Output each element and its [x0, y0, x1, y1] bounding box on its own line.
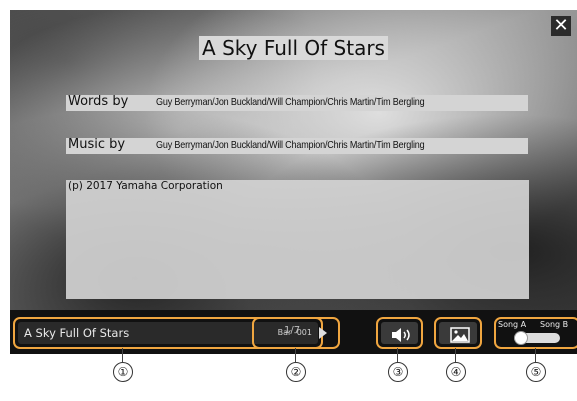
- words-value: Guy Berryman/Jon Buckland/Will Champion/…: [156, 96, 425, 108]
- music-label: Music by: [68, 137, 126, 152]
- callout-number: ②: [286, 362, 306, 382]
- page-number: 1/7: [284, 325, 301, 336]
- score-display-screen: ✕ A Sky Full Of Stars Words by Guy Berry…: [10, 10, 577, 354]
- callout-number: ④: [446, 362, 466, 382]
- song-a-label: Song A: [498, 320, 527, 329]
- image-button-face: [439, 322, 477, 344]
- close-button[interactable]: ✕: [551, 16, 571, 36]
- callout-number: ③: [388, 362, 408, 382]
- callout-number: ①: [113, 362, 133, 382]
- music-value: Guy Berryman/Jon Buckland/Will Champion/…: [156, 139, 425, 151]
- music-row: Music by Guy Berryman/Jon Buckland/Will …: [66, 137, 528, 154]
- image-icon: [450, 327, 470, 343]
- callout-3: ③: [386, 348, 410, 388]
- words-label: Words by: [68, 94, 129, 109]
- close-icon: ✕: [553, 15, 569, 36]
- page-control[interactable]: 1/7: [252, 317, 340, 349]
- song-b-label: Song B: [540, 320, 569, 329]
- copyright-text: (p) 2017 Yamaha Corporation: [68, 180, 223, 192]
- callout-4: ④: [444, 348, 468, 388]
- callout-number: ⑤: [526, 362, 546, 382]
- callout-5: ⑤: [524, 348, 548, 388]
- callout-1: ①: [111, 348, 135, 388]
- callout-line: [455, 348, 456, 362]
- song-name: A Sky Full Of Stars: [24, 326, 130, 340]
- callout-line: [397, 348, 398, 362]
- callout-line: [122, 348, 123, 362]
- next-page-icon[interactable]: [319, 327, 327, 339]
- song-ab-switch[interactable]: Song A Song B: [494, 317, 577, 349]
- callout-2: ②: [284, 348, 308, 388]
- song-title: A Sky Full Of Stars: [199, 36, 388, 60]
- background-image-button[interactable]: [434, 317, 482, 349]
- speaker-icon: [392, 328, 410, 342]
- song-title-area: A Sky Full Of Stars: [10, 36, 577, 60]
- notes-box: (p) 2017 Yamaha Corporation: [66, 180, 529, 299]
- words-row: Words by Guy Berryman/Jon Buckland/Will …: [66, 94, 528, 111]
- song-ab-knob[interactable]: [514, 331, 528, 345]
- callout-line: [295, 348, 296, 362]
- callout-line: [535, 348, 536, 362]
- volume-button[interactable]: [376, 317, 423, 349]
- volume-button-face: [381, 322, 418, 344]
